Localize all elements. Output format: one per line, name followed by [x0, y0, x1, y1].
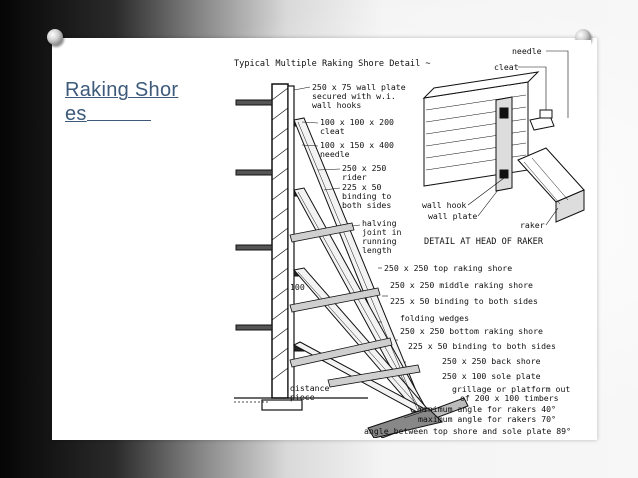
detail-label-wall-plate: wall plate [428, 211, 477, 221]
detail-label-raker: raker [520, 220, 545, 230]
label-max-angle: maximum angle for rakers 70° [418, 414, 556, 424]
raking-shore-drawing: Typical Multiple Raking Shore Detail ~ 1… [234, 46, 585, 438]
label-binding-both-2: 225 x 50 binding to both sides [408, 341, 556, 351]
label-binding-3: both sides [342, 200, 391, 210]
label-halving-4: length [362, 245, 392, 255]
label-min-angle: minimum angle for rakers 40° [418, 404, 556, 414]
label-rider-2: rider [342, 172, 367, 182]
detail-caption: DETAIL AT HEAD OF RAKER [424, 237, 544, 247]
label-binding-both: 225 x 50 binding to both sides [390, 296, 538, 306]
slide-title: Raking Shor es [65, 78, 215, 126]
label-dim-100: 100 [290, 282, 305, 292]
label-folding: folding wedges [400, 313, 469, 323]
label-grillage-2: of 200 x 100 timbers [460, 393, 559, 403]
slide-title-line2: es [65, 103, 87, 125]
detail-label-wall-hook: wall hook [422, 200, 466, 210]
detail-head-of-raker: needle cleat wall hook wall plate raker … [422, 46, 585, 247]
detail-label-cleat: cleat [494, 62, 519, 72]
slide-title-line1: Raking Shor [65, 79, 179, 101]
label-top-shore: 250 x 250 top raking shore [384, 263, 512, 273]
figure-heading: Typical Multiple Raking Shore Detail ~ [234, 59, 431, 69]
label-wall-plate-3: wall hooks [312, 100, 361, 110]
label-bottom-shore: 250 x 250 bottom raking shore [400, 326, 543, 336]
label-angle-between: angle between top shore and sole plate 8… [364, 426, 571, 436]
raking-shore-figure: Typical Multiple Raking Shore Detail ~ 1… [228, 40, 591, 438]
label-sole-plate: 250 x 100 sole plate [442, 371, 541, 381]
label-back-shore: 250 x 250 back shore [442, 356, 541, 366]
pushpin-icon [47, 29, 63, 45]
label-needle-2: needle [320, 149, 350, 159]
label-middle-shore: 250 x 250 middle raking shore [390, 280, 533, 290]
label-cleat-2: cleat [320, 126, 345, 136]
label-distance-2: piece [290, 392, 315, 402]
title-underline-tail [86, 102, 151, 121]
detail-label-needle: needle [512, 46, 542, 56]
